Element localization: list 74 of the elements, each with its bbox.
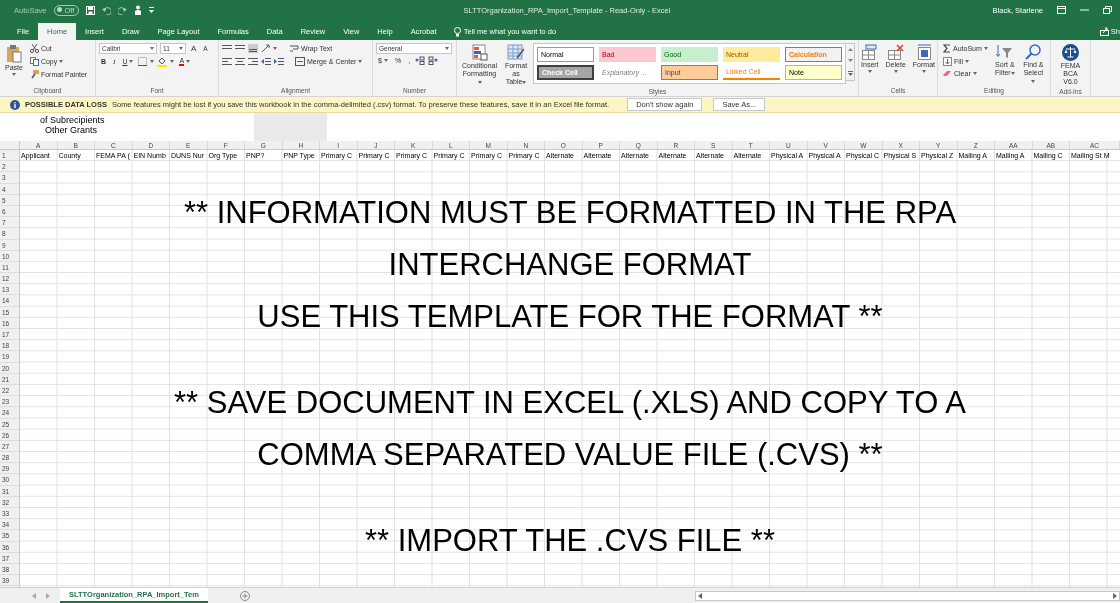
add-sheet-icon[interactable] — [239, 590, 250, 601]
caret-icon — [358, 60, 363, 63]
align-center-icon[interactable] — [235, 57, 245, 66]
info-icon — [10, 99, 20, 110]
table-style-icon — [507, 44, 525, 61]
caret-icon — [522, 80, 527, 84]
caret-icon — [186, 60, 191, 63]
caret-icon — [972, 72, 977, 75]
redo-icon[interactable] — [118, 5, 128, 15]
decrease-indent-icon[interactable] — [261, 57, 271, 66]
caret-icon — [150, 47, 154, 50]
save-icon[interactable] — [86, 5, 96, 15]
scroll-up-icon[interactable] — [847, 47, 853, 51]
more-styles-icon[interactable] — [847, 71, 853, 77]
share-icon — [1099, 27, 1109, 36]
merge-icon — [295, 57, 305, 66]
caret-icon — [179, 47, 183, 50]
copy-icon — [29, 57, 39, 66]
increase-indent-icon[interactable] — [274, 57, 284, 66]
bottom-align-icon[interactable] — [248, 44, 258, 53]
caret-icon — [1031, 79, 1036, 83]
text-box-line: Other Grants — [44, 125, 99, 135]
delete-cells-icon — [887, 44, 904, 60]
notice-text: ** SAVE DOCUMENT IN EXCEL (.XLS) AND COPY TO A COMMA SEPARATED VALUE FILE (.CVS) ** — [174, 384, 966, 474]
sigma-icon — [943, 44, 951, 53]
customize-icon[interactable] — [149, 7, 155, 13]
scroll-right-icon[interactable] — [1113, 592, 1117, 599]
funnel-icon — [996, 44, 1014, 60]
horizontal-scrollbar[interactable] — [695, 590, 1120, 601]
restore-icon[interactable] — [1103, 6, 1112, 14]
increase-decimal-icon[interactable] — [415, 56, 426, 65]
wrap-icon — [290, 44, 299, 53]
caret-icon — [1010, 71, 1015, 75]
caret-icon — [893, 70, 898, 73]
scroll-down-icon[interactable] — [847, 59, 853, 63]
caret-icon — [150, 60, 155, 63]
ribbon-display-icon[interactable] — [1057, 6, 1066, 14]
caret-icon — [921, 70, 926, 73]
caret-icon — [964, 60, 969, 63]
scissors-icon — [29, 44, 39, 53]
align-left-icon[interactable] — [222, 57, 232, 66]
touch-mode-icon[interactable] — [134, 5, 143, 15]
undo-icon[interactable] — [102, 5, 112, 15]
caret-icon — [383, 59, 388, 62]
conditional-format-icon — [471, 44, 488, 61]
insert-cells-icon — [861, 44, 878, 60]
decrease-decimal-icon[interactable] — [428, 56, 439, 65]
orientation-icon[interactable] — [261, 44, 270, 53]
caret-icon — [59, 60, 64, 63]
grow-font-button[interactable]: A — [189, 43, 199, 54]
search-icon — [1025, 44, 1042, 60]
notice-text: ** INFORMATION MUST BE FORMATTED IN THE RPA INTERCHANGE FORMAT USE THIS TEMPLATE FOR THE FORMAT ** — [183, 194, 957, 336]
caret-icon — [11, 73, 16, 76]
minimize-icon[interactable] — [1080, 6, 1089, 14]
paintbrush-icon — [29, 70, 39, 79]
scales-icon — [1062, 44, 1079, 61]
text-box-line: of Subrecipients — [40, 115, 106, 125]
caret-icon — [867, 70, 872, 73]
scroll-left-icon[interactable] — [698, 592, 702, 599]
caret-icon — [129, 60, 134, 63]
align-right-icon[interactable] — [248, 57, 258, 66]
caret-icon — [983, 47, 988, 50]
fill-down-icon — [943, 57, 952, 66]
notice-text: ** IMPORT THE .CVS FILE ** — [365, 522, 775, 560]
caret-icon — [477, 80, 482, 84]
clipboard-icon — [5, 44, 22, 63]
lightbulb-icon — [453, 26, 461, 37]
borders-icon[interactable] — [138, 57, 148, 66]
format-cells-icon — [915, 44, 932, 60]
fill-color-icon[interactable] — [157, 56, 168, 67]
eraser-icon — [943, 70, 952, 77]
caret-icon — [445, 47, 449, 50]
caret-icon — [170, 60, 175, 63]
caret-icon — [273, 47, 277, 50]
